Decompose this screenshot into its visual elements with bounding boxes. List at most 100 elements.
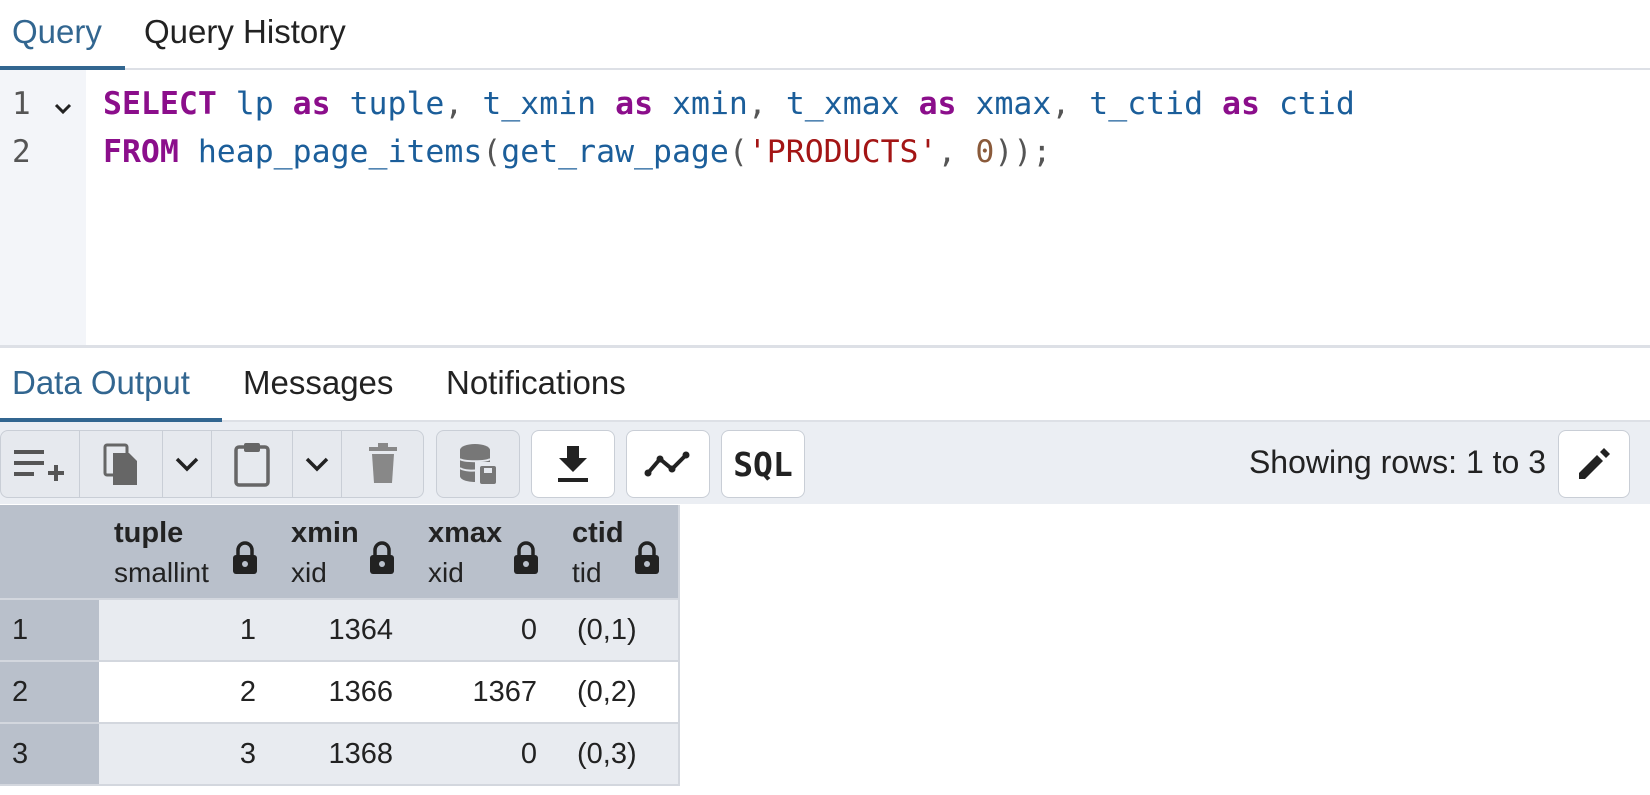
line-number: 1 [12, 86, 31, 122]
code-token: lp [235, 86, 274, 122]
download-icon [558, 446, 588, 482]
row-number[interactable]: 1 [0, 600, 101, 662]
code-token: 'PRODUCTS' [747, 134, 938, 170]
grid-cell[interactable]: 1 [99, 600, 278, 662]
copy-button[interactable] [79, 430, 163, 498]
column-header-ctid[interactable]: ctid tid [557, 505, 680, 600]
column-name: xmax [428, 517, 503, 549]
graph-visualiser-button[interactable] [626, 430, 710, 498]
grid-cell[interactable]: (0,1) [557, 600, 680, 662]
delete-row-button[interactable] [341, 430, 424, 498]
code-token: , [444, 86, 483, 122]
code-token: as [292, 86, 331, 122]
grid-cell[interactable]: 0 [413, 724, 559, 786]
code-token: ( [482, 134, 502, 170]
grid-cell[interactable]: 2 [99, 662, 278, 724]
fold-chevron-icon[interactable] [52, 98, 74, 120]
code-token: t_xmin [482, 86, 597, 122]
code-token: as [918, 86, 957, 122]
save-data-icon [459, 444, 496, 484]
result-tabbar: Data Output Messages Notifications [0, 348, 1650, 422]
code-line-1[interactable]: SELECT lp as tuple, t_xmin as xmin, t_xm… [103, 86, 1355, 122]
column-type: xid [291, 557, 327, 588]
code-token: ctid [1278, 86, 1355, 122]
code-token: t_ctid [1089, 86, 1204, 122]
grid-cell[interactable]: 1368 [276, 724, 415, 786]
download-button[interactable] [531, 430, 615, 498]
code-token: ( [728, 134, 748, 170]
sql-editor[interactable]: 1 2 SELECT lp as tuple, t_xmin as xmin, … [0, 70, 1650, 345]
code-token: )); [994, 134, 1052, 170]
editor-gutter: 1 2 [0, 70, 86, 345]
lock-icon [514, 541, 538, 574]
code-token: , [1051, 86, 1090, 122]
code-token: get_raw_page [501, 134, 729, 170]
rows-status: Showing rows: 1 to 3 [1248, 444, 1546, 480]
line-number: 2 [12, 134, 31, 170]
column-header-xmin[interactable]: xmin xid [276, 505, 415, 600]
save-data-button[interactable] [436, 430, 520, 498]
code-token: heap_page_items [197, 134, 483, 170]
paste-button[interactable] [211, 430, 293, 498]
graph-icon [644, 451, 690, 477]
chevron-down-icon [305, 457, 329, 472]
code-token: xmax [975, 86, 1052, 122]
grid-corner[interactable] [0, 505, 101, 600]
grid-cell[interactable]: (0,2) [557, 662, 680, 724]
code-line-2[interactable]: FROM heap_page_items(get_raw_page('PRODU… [103, 134, 1051, 170]
row-number[interactable]: 3 [0, 724, 101, 786]
grid-cell[interactable]: 1367 [413, 662, 559, 724]
data-toolbar: SQL Showing rows: 1 to 3 [0, 422, 1650, 504]
column-header-xmax[interactable]: xmax xid [413, 505, 559, 600]
row-number[interactable]: 2 [0, 662, 101, 724]
grid-cell[interactable]: 1364 [276, 600, 415, 662]
column-header-tuple[interactable]: tuple smallint [99, 505, 278, 600]
code-token: xmin [672, 86, 748, 122]
paste-icon [234, 443, 270, 487]
column-type: xid [428, 557, 464, 588]
code-token: 0 [975, 134, 995, 170]
tab-query[interactable]: Query [12, 0, 102, 70]
grid-cell[interactable]: (0,3) [557, 724, 680, 786]
delete-icon [368, 443, 397, 483]
add-row-icon [14, 450, 64, 481]
code-token: tuple [349, 86, 445, 122]
code-token: as [1222, 86, 1260, 122]
column-name: ctid [572, 517, 624, 549]
lock-icon [233, 541, 257, 574]
tab-data-output[interactable]: Data Output [12, 348, 190, 420]
grid-cell[interactable]: 3 [99, 724, 278, 786]
tab-notifications[interactable]: Notifications [446, 348, 626, 420]
copy-options-dropdown[interactable] [162, 430, 212, 498]
paste-options-dropdown[interactable] [292, 430, 342, 498]
pencil-icon [1579, 448, 1610, 479]
column-type: tid [572, 557, 602, 588]
code-token: as [615, 86, 654, 122]
grid-cell[interactable]: 1366 [276, 662, 415, 724]
query-tabbar: Query Query History [0, 0, 1650, 70]
tab-messages[interactable]: Messages [243, 348, 393, 420]
code-token: SELECT [103, 86, 217, 122]
column-name: xmin [291, 517, 359, 549]
copy-icon [103, 443, 137, 485]
sql-button[interactable]: SQL [721, 430, 805, 498]
tab-query-history[interactable]: Query History [144, 0, 346, 70]
edit-button[interactable] [1558, 430, 1630, 498]
code-token: FROM [103, 134, 179, 170]
chevron-down-icon [175, 457, 199, 472]
code-token: , [747, 86, 786, 122]
code-token: , [937, 134, 976, 170]
grid-cell[interactable]: 0 [413, 600, 559, 662]
lock-icon [370, 541, 394, 574]
add-row-button[interactable] [0, 430, 80, 498]
